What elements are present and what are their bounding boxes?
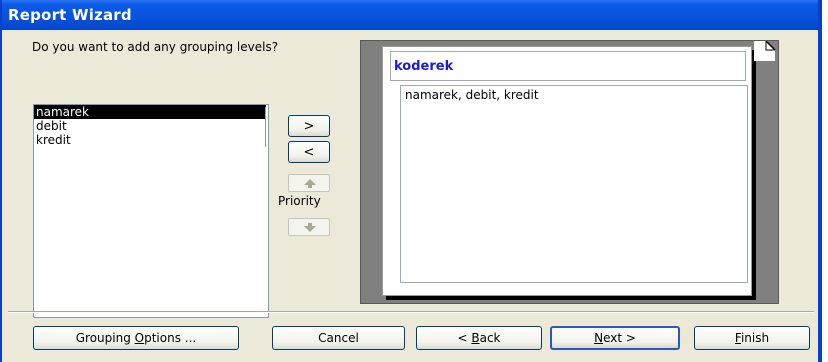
grouping-options-button[interactable]: Grouping Options ... <box>33 326 239 350</box>
separator-highlight <box>8 312 814 313</box>
arrow-down-icon <box>304 223 316 232</box>
priority-up-button[interactable] <box>288 174 330 192</box>
button-text: ext > <box>603 331 636 345</box>
grouping-question: Do you want to add any grouping levels? <box>32 40 279 54</box>
list-item[interactable]: namarek <box>34 105 266 119</box>
button-text: Grouping <box>75 331 135 345</box>
report-wizard-window: Report Wizard Do you want to add any gro… <box>0 0 822 362</box>
mnemonic-letter: B <box>471 331 480 345</box>
detail-fields-preview: namarek, debit, kredit <box>400 85 748 283</box>
cancel-button[interactable]: Cancel <box>272 326 405 350</box>
available-fields-list[interactable]: namarek debit kredit <box>33 104 269 318</box>
report-preview-page: koderek namarek, debit, kredit <box>382 46 752 296</box>
remove-grouping-button[interactable]: < <box>288 141 330 163</box>
button-text: ack <box>479 331 501 345</box>
back-button[interactable]: < Back <box>416 326 542 350</box>
add-grouping-button[interactable]: > <box>288 115 330 137</box>
button-text: < <box>457 331 472 345</box>
button-text: inish <box>740 331 770 345</box>
next-button[interactable]: Next > <box>550 326 680 350</box>
list-separator <box>265 107 266 147</box>
list-item[interactable]: kredit <box>34 133 268 147</box>
group-header-preview: koderek <box>390 51 746 81</box>
list-item[interactable]: debit <box>34 119 268 133</box>
mnemonic-letter: N <box>594 331 604 345</box>
button-text: ptions ... <box>144 331 197 345</box>
title-bar[interactable]: Report Wizard <box>2 0 818 30</box>
priority-down-button[interactable] <box>288 218 330 236</box>
arrow-up-icon <box>304 179 316 188</box>
window-title: Report Wizard <box>8 6 132 24</box>
page-corner-icon <box>754 41 776 61</box>
mnemonic-letter: O <box>134 331 145 345</box>
priority-label: Priority <box>278 194 321 208</box>
finish-button[interactable]: Finish <box>694 326 810 350</box>
